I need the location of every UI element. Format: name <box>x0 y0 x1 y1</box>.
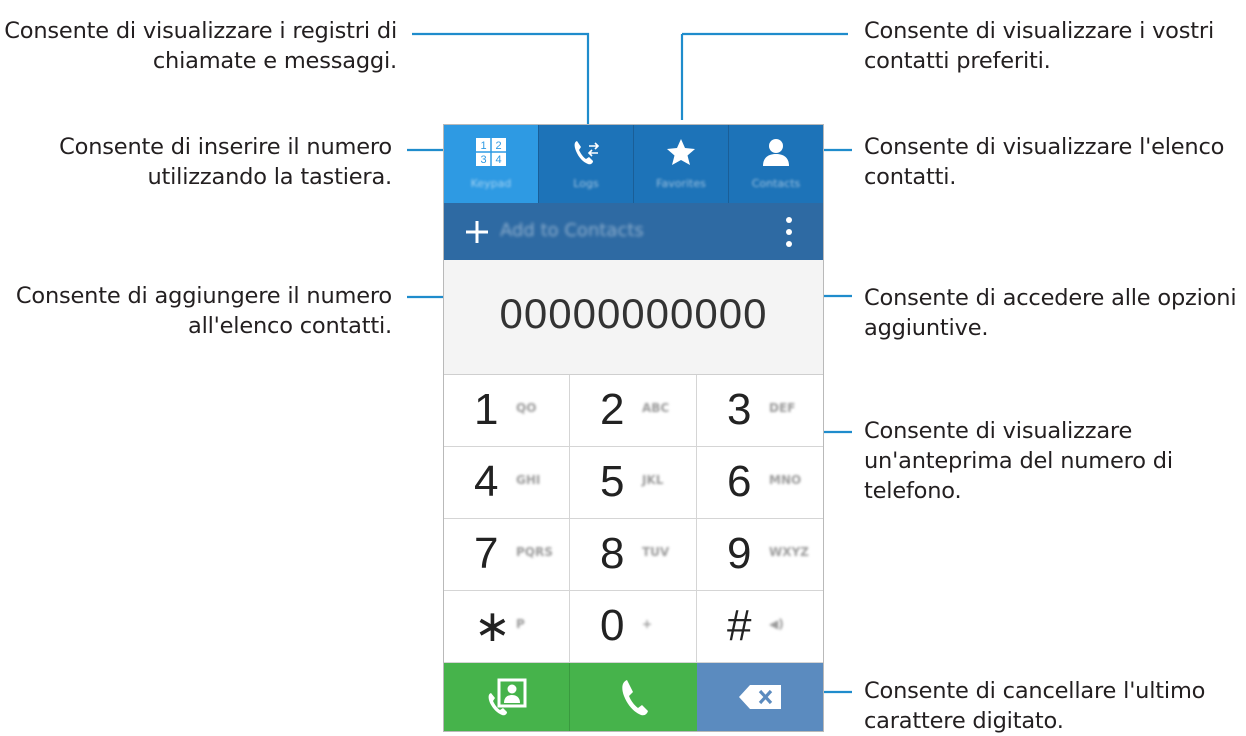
phone-icon <box>621 680 648 716</box>
callout-add-contact: Consente di aggiungere il numero all'ele… <box>15 283 392 339</box>
svg-text:1: 1 <box>480 140 486 152</box>
add-to-contacts-label[interactable]: Add to Contacts <box>500 220 644 241</box>
video-call-icon <box>488 678 526 716</box>
key-7[interactable]: 7 PQRS <box>444 519 570 591</box>
dial-keypad: 1 QO 2 ABC 3 DEF 4 GHI 5 JKL 6 MNO 7 PQRS 8 TUV … <box>444 375 823 663</box>
callout-number-preview: Consente di visualizzare un'anteprima de… <box>864 418 1173 504</box>
call-buttons <box>444 663 823 731</box>
more-vertical-icon[interactable] <box>782 215 796 249</box>
call-log-icon <box>574 141 600 165</box>
tab-favorites-label: Favorites <box>656 177 706 190</box>
tab-keypad[interactable]: 1 2 3 4 Keypad <box>444 125 539 203</box>
key-8[interactable]: 8 TUV <box>570 519 697 591</box>
callout-logs: Consente di visualizzare i registri di c… <box>4 18 397 74</box>
tab-contacts-label: Contacts <box>751 177 801 190</box>
key-4[interactable]: 4 GHI <box>444 447 570 519</box>
key-0[interactable]: 0 + <box>570 591 697 663</box>
svg-text:4: 4 <box>495 154 501 166</box>
person-icon <box>763 139 789 166</box>
key-hash[interactable]: # ◀) <box>697 591 823 663</box>
number-display: 00000000000 <box>444 260 823 375</box>
key-6[interactable]: 6 MNO <box>697 447 823 519</box>
key-9[interactable]: 9 WXYZ <box>697 519 823 591</box>
delete-button[interactable] <box>697 663 823 731</box>
key-star[interactable]: ∗ P <box>444 591 570 663</box>
tab-logs[interactable]: Logs <box>539 125 634 203</box>
dialer-screen: 1 2 3 4 Keypad Logs Favorites Contacts A… <box>443 124 824 732</box>
tab-bar: 1 2 3 4 Keypad Logs Favorites Contacts <box>444 125 823 203</box>
tab-keypad-label: Keypad <box>470 177 512 190</box>
tab-contacts[interactable]: Contacts <box>729 125 823 203</box>
video-call-button[interactable] <box>444 663 570 731</box>
backspace-icon <box>739 685 781 709</box>
dialed-number: 00000000000 <box>499 290 768 337</box>
callout-more-options: Consente di accedere alle opzioni aggiun… <box>864 285 1237 341</box>
callout-contacts: Consente di visualizzare l'elenco contat… <box>864 134 1225 190</box>
key-1[interactable]: 1 QO <box>444 375 570 447</box>
key-2[interactable]: 2 ABC <box>570 375 697 447</box>
svg-text:2: 2 <box>495 140 501 152</box>
svg-text:3: 3 <box>480 154 486 166</box>
tab-favorites[interactable]: Favorites <box>634 125 729 203</box>
action-bar: Add to Contacts <box>444 203 823 260</box>
call-button[interactable] <box>570 663 697 731</box>
tab-logs-label: Logs <box>573 177 599 190</box>
keypad-icon: 1 2 3 4 <box>476 138 506 166</box>
plus-icon[interactable] <box>464 219 490 245</box>
callout-favorites: Consente di visualizzare i vostri contat… <box>864 18 1214 74</box>
callout-keypad: Consente di inserire il numero utilizzan… <box>59 134 392 190</box>
key-3[interactable]: 3 DEF <box>697 375 823 447</box>
callout-delete: Consente di cancellare l'ultimo caratter… <box>864 678 1206 734</box>
star-icon <box>667 139 695 165</box>
key-5[interactable]: 5 JKL <box>570 447 697 519</box>
